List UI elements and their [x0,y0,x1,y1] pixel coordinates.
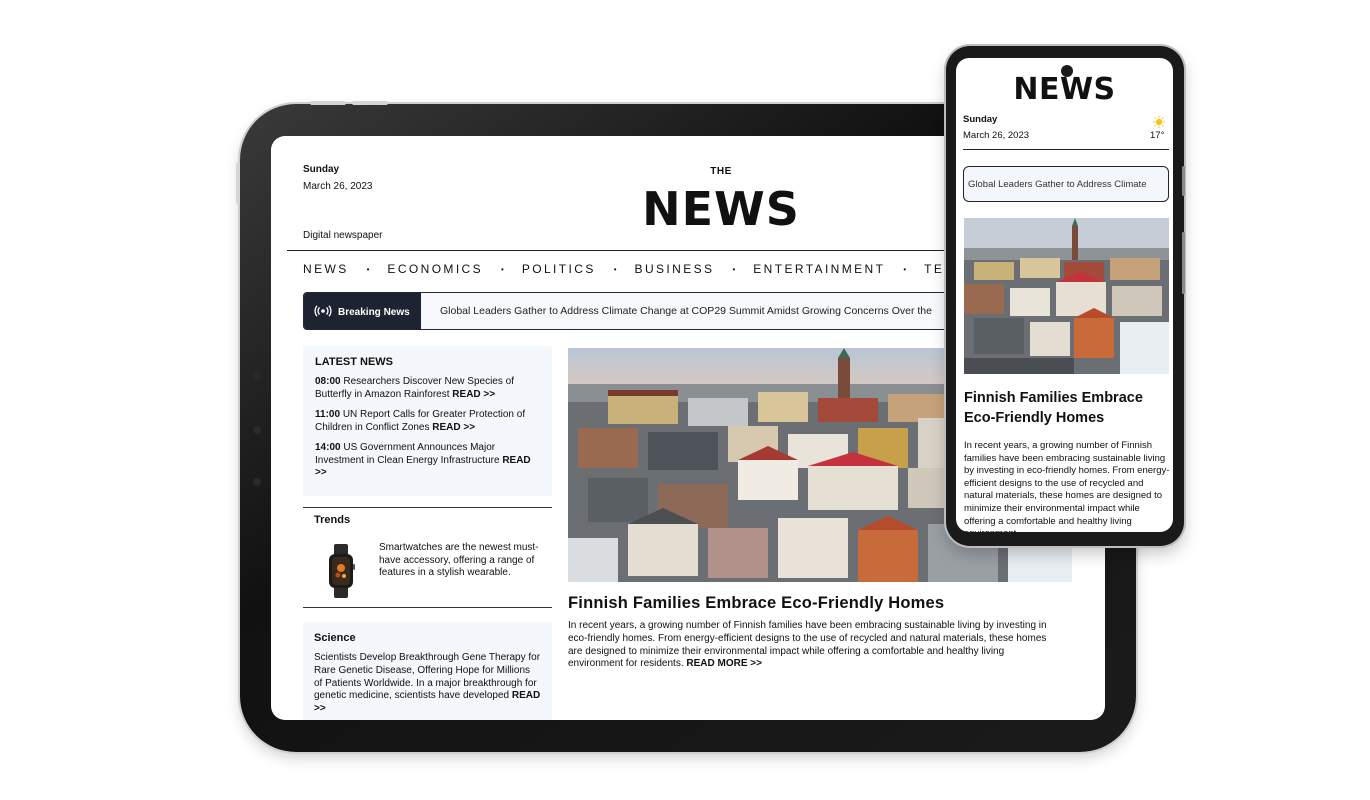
feature-text: In recent years, a growing number of Fin… [568,620,1047,670]
list-item[interactable]: 08:00 Researchers Discover New Species o… [315,376,540,401]
phone-screen: NEWS Sunday March 26, 2023 17° Global Le… [956,58,1173,532]
phone-power-button [1182,166,1185,196]
nav-separator: • [903,264,907,274]
breaking-news-text: Breaking News [338,306,410,318]
science-article: Scientists Develop Breakthrough Gene The… [314,652,541,716]
section-divider [303,607,552,608]
breaking-news-ticker[interactable]: Global Leaders Gather to Address Climate [963,166,1169,202]
section-divider [303,507,552,508]
broadcast-icon [314,304,332,320]
masthead-logo[interactable]: NEWS [956,72,1173,107]
science-text: Scientists Develop Breakthrough Gene The… [314,652,541,702]
feature-body: In recent years, a growing number of Fin… [568,620,1058,671]
news-time: 08:00 [315,376,341,387]
news-time: 14:00 [315,442,341,453]
breaking-news-label: Breaking News [304,293,421,329]
feature-image[interactable] [964,218,1169,374]
header-divider [963,149,1169,150]
date-label: March 26, 2023 [303,181,373,192]
masthead-logo[interactable]: NEWS [621,182,821,236]
feature-body: In recent years, a growing number of Fin… [964,440,1170,532]
tablet-volume-button [310,101,346,105]
tablet-camera-dot [253,426,261,434]
tablet-power-button [236,162,240,204]
sun-icon [1153,115,1165,128]
nav-item-news[interactable]: NEWS [303,262,349,276]
nav-separator: • [732,264,736,274]
nav-separator: • [613,264,617,274]
masthead-the: THE [710,166,732,177]
list-item[interactable]: 11:00 UN Report Calls for Greater Protec… [315,409,540,434]
ticker-text: Global Leaders Gather to Address Climate [968,179,1147,190]
read-more-link[interactable]: READ MORE >> [686,658,762,669]
phone-device: NEWS Sunday March 26, 2023 17° Global Le… [946,46,1185,546]
science-panel: Science Scientists Develop Breakthrough … [303,622,552,720]
science-title: Science [314,632,356,644]
nav-separator: • [366,264,370,274]
smartwatch-image[interactable] [327,544,355,598]
tablet-sensor-dot [253,372,261,380]
day-label: Sunday [303,164,340,175]
device-mockup-stage: Sunday March 26, 2023 Digital newspaper … [0,0,1370,800]
breaking-news-ticker[interactable]: Global Leaders Gather to Address Climate… [440,305,932,317]
read-link[interactable]: READ >> [432,422,475,433]
main-nav: NEWS • ECONOMICS • POLITICS • BUSINESS •… [303,261,989,277]
nav-separator: • [501,264,504,274]
trends-title: Trends [314,514,351,526]
nav-item-entertainment[interactable]: ENTERTAINMENT [753,262,885,276]
feature-title[interactable]: Finnish Families Embrace Eco-Friendly Ho… [568,594,944,613]
news-headline: US Government Announces Major Investment… [315,442,500,466]
latest-news-title: LATEST NEWS [315,356,394,368]
day-label: Sunday [963,114,998,125]
nav-item-business[interactable]: BUSINESS [635,262,715,276]
trends-text: Smartwatches are the newest must-have ac… [379,542,539,578]
phone-volume-button [1182,232,1185,294]
date-label: March 26, 2023 [963,130,1030,141]
news-time: 11:00 [315,409,341,420]
tablet-sensor-dot-2 [253,478,261,486]
news-headline: UN Report Calls for Greater Protection o… [315,409,526,433]
feature-title[interactable]: Finnish Families Embrace Eco-Friendly Ho… [964,388,1170,428]
trends-panel: Trends Smartwatches are the newest must-… [303,514,552,604]
read-link[interactable]: READ >> [452,389,495,400]
nav-item-economics[interactable]: ECONOMICS [387,262,483,276]
tagline: Digital newspaper [303,230,383,241]
tablet-volume-button-2 [352,101,388,105]
list-item[interactable]: 14:00 US Government Announces Major Inve… [315,442,540,480]
nav-item-politics[interactable]: POLITICS [522,262,596,276]
latest-news-panel: LATEST NEWS 08:00 Researchers Discover N… [303,346,552,496]
temperature: 17° [1150,130,1165,141]
